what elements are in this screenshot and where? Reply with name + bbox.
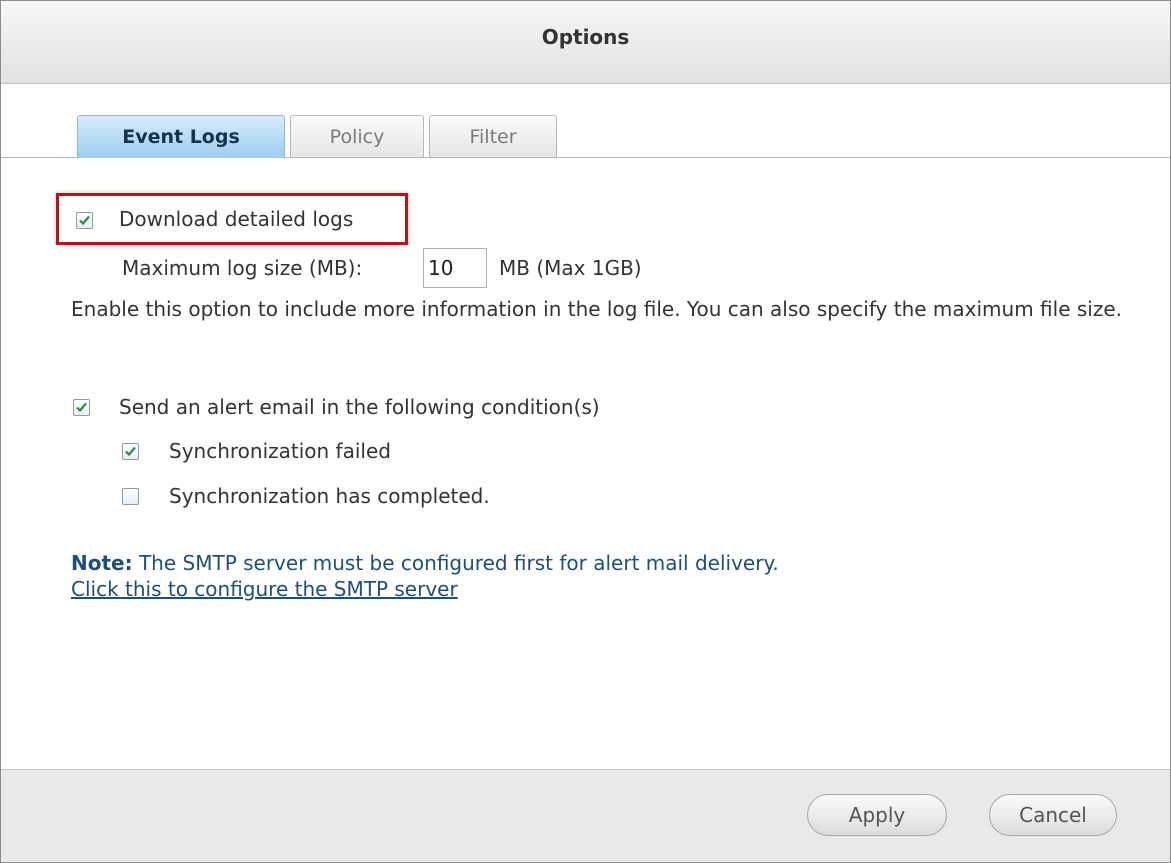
note-prefix: Note:: [71, 551, 133, 575]
sync-completed-label: Synchronization has completed.: [169, 484, 490, 508]
tab-policy[interactable]: Policy: [290, 115, 424, 157]
send-alert-checkbox[interactable]: [73, 399, 90, 416]
check-icon: [125, 446, 136, 457]
check-icon: [79, 215, 90, 226]
download-detailed-logs-checkbox[interactable]: [76, 212, 93, 229]
tab-event-logs[interactable]: Event Logs: [77, 115, 285, 158]
configure-smtp-link[interactable]: Click this to configure the SMTP server: [71, 577, 458, 601]
tab-bar: Event Logs Policy Filter: [1, 115, 1170, 158]
cancel-button[interactable]: Cancel: [989, 794, 1117, 836]
send-alert-label: Send an alert email in the following con…: [119, 395, 600, 419]
options-dialog: Options Event Logs Policy Filter Downloa…: [0, 0, 1171, 863]
apply-button[interactable]: Apply: [807, 794, 947, 836]
max-log-size-unit: MB (Max 1GB): [499, 256, 642, 280]
dialog-titlebar: Options: [1, 1, 1170, 84]
download-detailed-logs-label: Download detailed logs: [119, 207, 354, 231]
sync-failed-checkbox[interactable]: [122, 443, 139, 460]
download-logs-description: Enable this option to include more infor…: [71, 297, 1122, 321]
note-text: The SMTP server must be configured first…: [132, 551, 779, 575]
check-icon: [76, 402, 87, 413]
sync-completed-checkbox[interactable]: [122, 488, 139, 505]
max-log-size-label: Maximum log size (MB):: [122, 256, 363, 280]
dialog-footer: Apply Cancel: [1, 769, 1170, 862]
smtp-note: Note: The SMTP server must be configured…: [71, 551, 779, 576]
tab-filter[interactable]: Filter: [429, 115, 557, 157]
sync-failed-label: Synchronization failed: [169, 439, 391, 463]
max-log-size-input[interactable]: [423, 248, 487, 288]
dialog-title: Options: [541, 25, 630, 49]
